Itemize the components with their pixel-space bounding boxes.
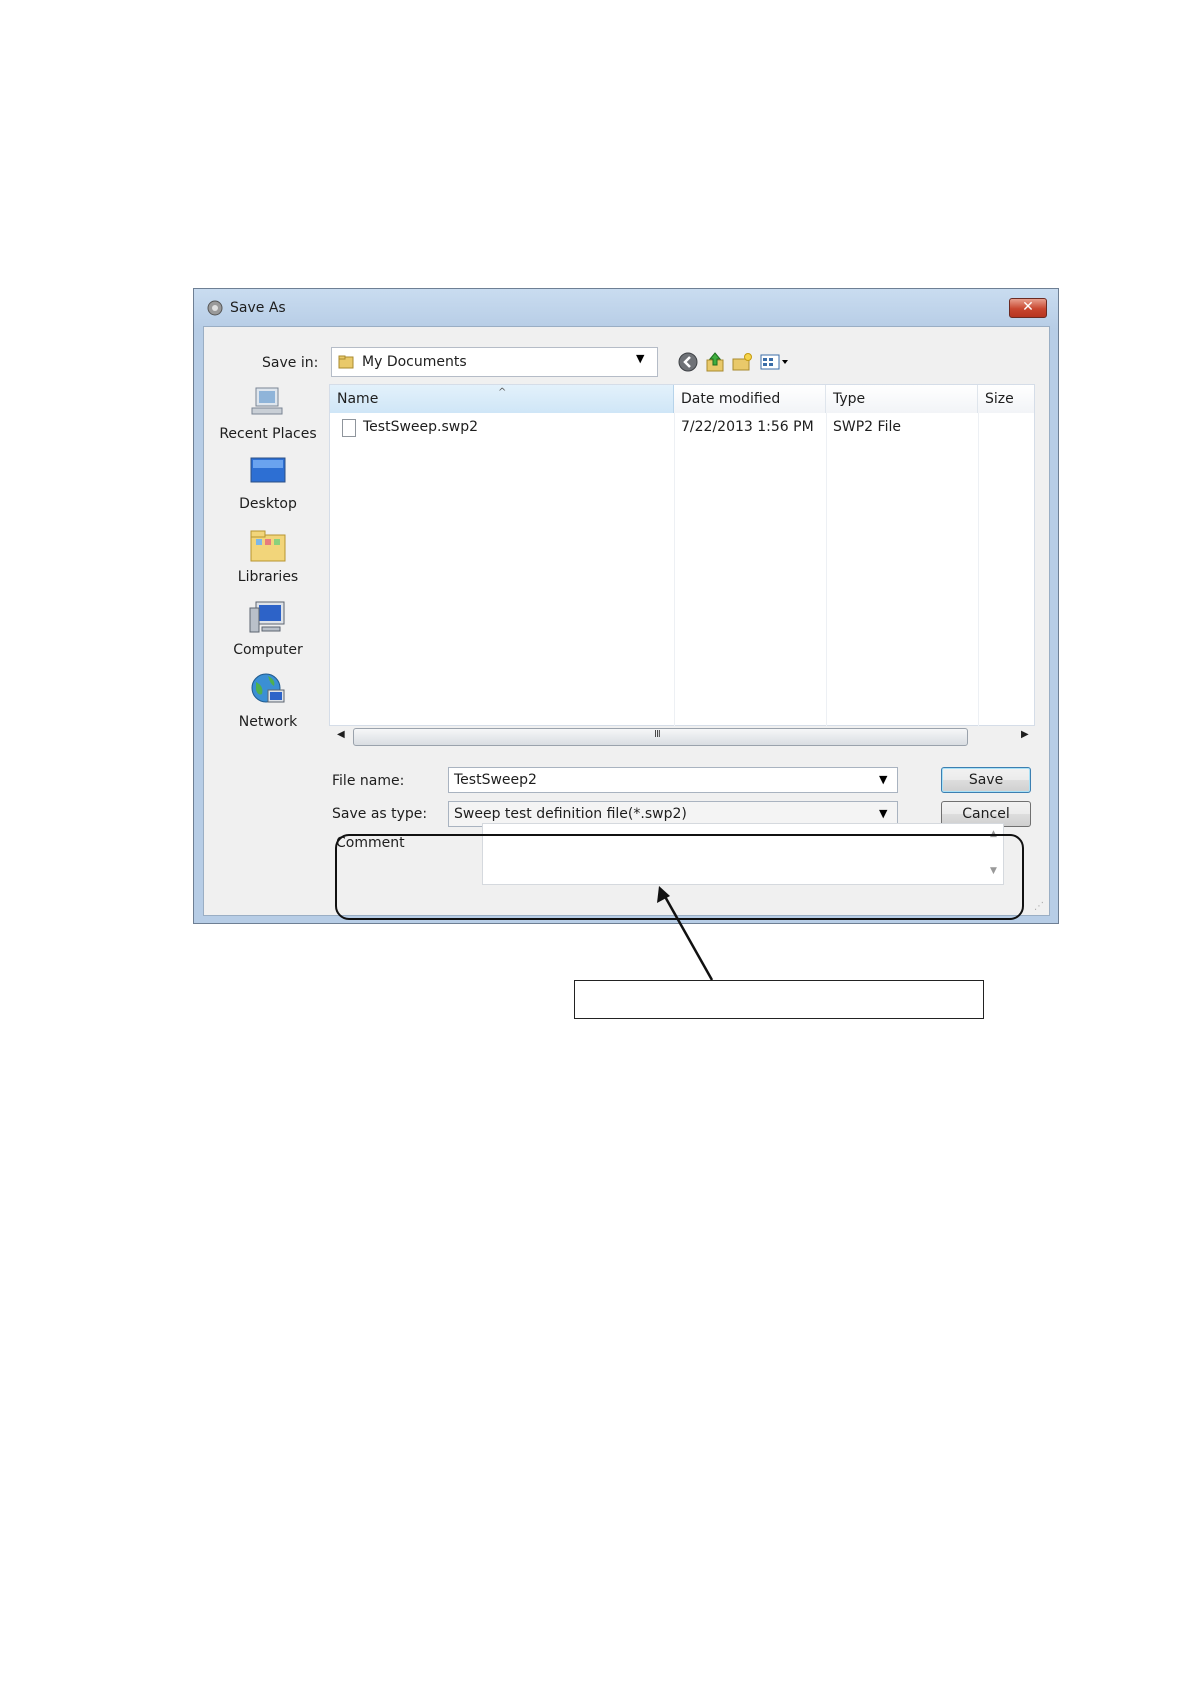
save-in-value: My Documents — [362, 354, 467, 370]
scroll-left-icon[interactable]: ◀ — [337, 729, 345, 740]
column-header-label: Name — [337, 391, 379, 407]
save-as-dialog: Save As ✕ Save in: My Documents ▼ Recent… — [193, 288, 1059, 924]
chevron-down-icon: ▼ — [636, 352, 645, 365]
column-header-label: Date modified — [681, 391, 781, 407]
place-label: Network — [238, 714, 298, 730]
scrollbar-thumb[interactable]: III — [353, 728, 968, 746]
place-label: Libraries — [237, 569, 299, 585]
file-list[interactable]: Name ^ Date modified Type Size TestSweep… — [329, 384, 1035, 727]
date-modified-cell: 7/22/2013 1:56 PM — [681, 419, 814, 435]
place-label: Computer — [233, 642, 303, 658]
file-name-value: TestSweep2 — [454, 772, 537, 788]
column-header-size[interactable]: Size — [978, 385, 1034, 413]
title-bar[interactable]: Save As ✕ — [194, 289, 1058, 329]
dialog-client-area: Save in: My Documents ▼ Recent Places De… — [203, 326, 1050, 916]
type-cell: SWP2 File — [833, 419, 901, 435]
save-in-label: Save in: — [262, 355, 319, 371]
save-as-type-value: Sweep test definition file(*.swp2) — [454, 806, 687, 822]
file-name-cell: TestSweep.swp2 — [363, 419, 479, 435]
place-network[interactable]: Network — [209, 670, 327, 740]
column-header-label: Size — [985, 391, 1014, 407]
chevron-down-icon[interactable]: ▼ — [879, 807, 887, 820]
folder-icon — [338, 355, 354, 369]
desktop-icon — [250, 457, 286, 483]
recent-places-icon — [251, 387, 283, 415]
network-icon — [251, 673, 285, 703]
window-title: Save As — [230, 300, 286, 316]
new-folder-icon[interactable] — [731, 351, 753, 373]
app-gear-icon — [207, 300, 223, 316]
save-as-type-label: Save as type: — [332, 806, 428, 822]
close-button[interactable]: ✕ — [1009, 298, 1047, 318]
place-label: Desktop — [239, 496, 297, 512]
up-folder-icon[interactable] — [704, 351, 726, 373]
scroll-right-icon[interactable]: ▶ — [1021, 729, 1029, 740]
computer-icon — [249, 601, 285, 633]
file-name-field[interactable]: TestSweep2 ▼ — [448, 767, 898, 793]
column-header-name[interactable]: Name ^ — [330, 385, 674, 413]
place-libraries[interactable]: Libraries — [209, 525, 327, 595]
place-label: Recent Places — [219, 426, 317, 442]
column-header-label: Type — [833, 391, 866, 407]
column-header-date-modified[interactable]: Date modified — [674, 385, 826, 413]
column-header-type[interactable]: Type — [826, 385, 978, 413]
save-button[interactable]: Save — [941, 767, 1031, 793]
libraries-icon — [250, 530, 286, 562]
sort-ascending-icon: ^ — [498, 387, 507, 398]
table-row[interactable]: TestSweep.swp2 7/22/2013 1:56 PM SWP2 Fi… — [330, 413, 1034, 441]
chevron-down-icon[interactable]: ▼ — [879, 773, 887, 786]
places-bar: Recent Places Desktop Libraries Computer… — [209, 382, 327, 804]
horizontal-scrollbar[interactable]: ◀ III ▶ — [329, 727, 1035, 747]
views-menu-icon[interactable] — [759, 351, 791, 373]
back-icon[interactable] — [677, 351, 699, 373]
file-name-label: File name: — [332, 773, 405, 789]
file-icon — [342, 419, 356, 437]
place-recent-places[interactable]: Recent Places — [209, 382, 327, 452]
resize-grip-icon[interactable]: ⋰ — [1034, 901, 1044, 912]
callout-box — [574, 980, 984, 1019]
save-in-dropdown[interactable]: My Documents ▼ — [331, 347, 658, 377]
comment-highlight-frame — [335, 834, 1024, 920]
place-desktop[interactable]: Desktop — [209, 452, 327, 522]
place-computer[interactable]: Computer — [209, 598, 327, 668]
scrollbar-grip: III — [654, 729, 661, 740]
